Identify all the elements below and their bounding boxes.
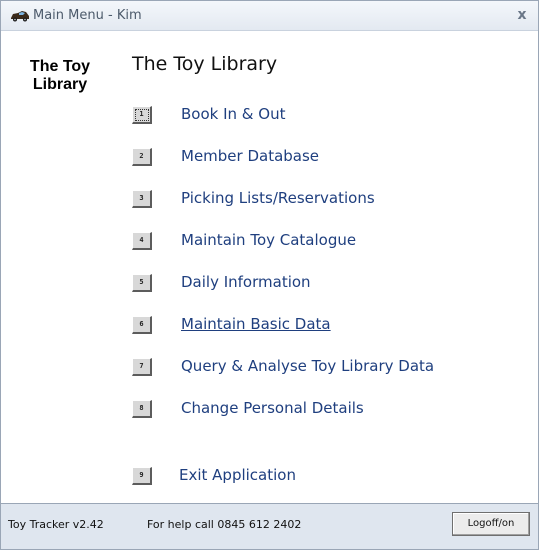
menu-item-change-personal-details[interactable]: 8 Change Personal Details: [132, 398, 512, 422]
close-button[interactable]: x: [514, 6, 530, 24]
menu-label-maintain-toy-catalogue[interactable]: Maintain Toy Catalogue: [181, 231, 356, 249]
menu-number-button-2[interactable]: 2: [132, 148, 152, 166]
menu-item-maintain-toy-catalogue[interactable]: 4 Maintain Toy Catalogue: [132, 230, 512, 254]
menu-number-button-4[interactable]: 4: [132, 232, 152, 250]
side-title-line-2: Library: [32, 76, 88, 93]
menu-label-member-database[interactable]: Member Database: [181, 147, 319, 165]
menu-label-change-personal-details[interactable]: Change Personal Details: [181, 399, 364, 417]
menu-label-daily-information[interactable]: Daily Information: [181, 273, 311, 291]
menu-item-picking-lists[interactable]: 3 Picking Lists/Reservations: [132, 188, 512, 212]
side-title: The Toy Library: [15, 58, 105, 94]
menu-number-button-7[interactable]: 7: [132, 358, 152, 376]
title-bar[interactable]: Main Menu - Kim x: [1, 1, 538, 31]
menu-item-maintain-basic-data[interactable]: 6 Maintain Basic Data: [132, 314, 512, 338]
menu-number-button-8[interactable]: 8: [132, 400, 152, 418]
menu-label-maintain-basic-data[interactable]: Maintain Basic Data: [181, 315, 331, 333]
help-phone-text: For help call 0845 612 2402: [147, 518, 302, 531]
menu-item-book-in-out[interactable]: 1 Book In & Out: [132, 104, 512, 128]
menu-label-picking-lists[interactable]: Picking Lists/Reservations: [181, 189, 375, 207]
menu-number-button-5[interactable]: 5: [132, 274, 152, 292]
logoff-button[interactable]: Logoff/on: [452, 512, 530, 536]
menu-item-member-database[interactable]: 2 Member Database: [132, 146, 512, 170]
menu-number-button-9[interactable]: 9: [132, 467, 152, 485]
window-title: Main Menu - Kim: [33, 8, 142, 23]
menu-label-query-analyse[interactable]: Query & Analyse Toy Library Data: [181, 357, 434, 375]
menu-number-button-3[interactable]: 3: [132, 190, 152, 208]
menu-number-button-6[interactable]: 6: [132, 316, 152, 334]
status-bar: Toy Tracker v2.42 For help call 0845 612…: [1, 503, 538, 549]
main-menu-window: Main Menu - Kim x The Toy Library The To…: [0, 0, 539, 550]
menu-item-query-analyse[interactable]: 7 Query & Analyse Toy Library Data: [132, 356, 512, 380]
menu-item-exit-application[interactable]: 9 Exit Application: [132, 465, 512, 489]
menu-item-daily-information[interactable]: 5 Daily Information: [132, 272, 512, 296]
page-title: The Toy Library: [132, 53, 278, 75]
menu-label-exit-application[interactable]: Exit Application: [179, 466, 296, 484]
version-text: Toy Tracker v2.42: [8, 518, 104, 531]
menu-number-button-1[interactable]: 1: [132, 106, 152, 124]
side-title-line-1: The Toy: [29, 58, 91, 75]
toy-car-icon: [11, 11, 29, 22]
menu-label-book-in-out[interactable]: Book In & Out: [181, 105, 285, 123]
